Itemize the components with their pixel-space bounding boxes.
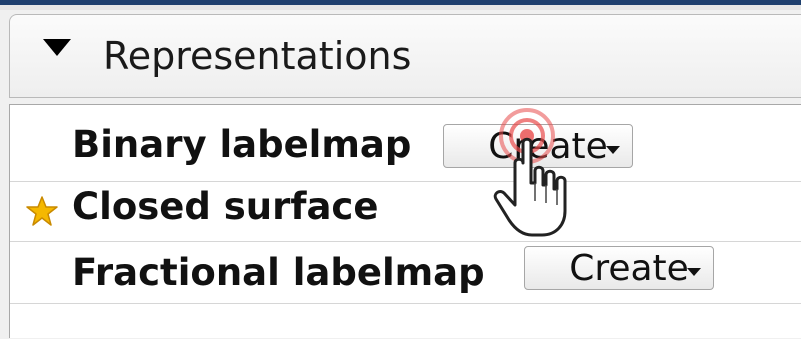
- empty-row: [10, 303, 801, 339]
- representation-name: Binary labelmap: [72, 123, 412, 166]
- representation-name: Fractional labelmap: [72, 251, 485, 294]
- dropdown-arrow-icon: [687, 268, 701, 276]
- create-button-label: Create: [488, 126, 608, 167]
- representations-section-header[interactable]: Representations: [9, 14, 801, 98]
- representation-row-fractional-labelmap: Fractional labelmap Create: [10, 241, 801, 304]
- create-button-label: Create: [569, 248, 689, 289]
- representations-panel: Binary labelmap Create Closed surface Fr…: [9, 104, 801, 338]
- master-star-icon: [26, 196, 58, 226]
- window-top-gap: [0, 5, 801, 10]
- representation-name: Closed surface: [72, 185, 379, 228]
- collapse-arrow-icon[interactable]: [43, 39, 71, 56]
- representation-row-binary-labelmap: Binary labelmap Create: [10, 105, 801, 182]
- section-title: Representations: [103, 34, 412, 78]
- dropdown-arrow-icon: [606, 146, 620, 154]
- create-fractional-labelmap-button[interactable]: Create: [524, 246, 714, 290]
- create-binary-labelmap-button[interactable]: Create: [443, 124, 633, 168]
- representation-row-closed-surface: Closed surface: [10, 181, 801, 242]
